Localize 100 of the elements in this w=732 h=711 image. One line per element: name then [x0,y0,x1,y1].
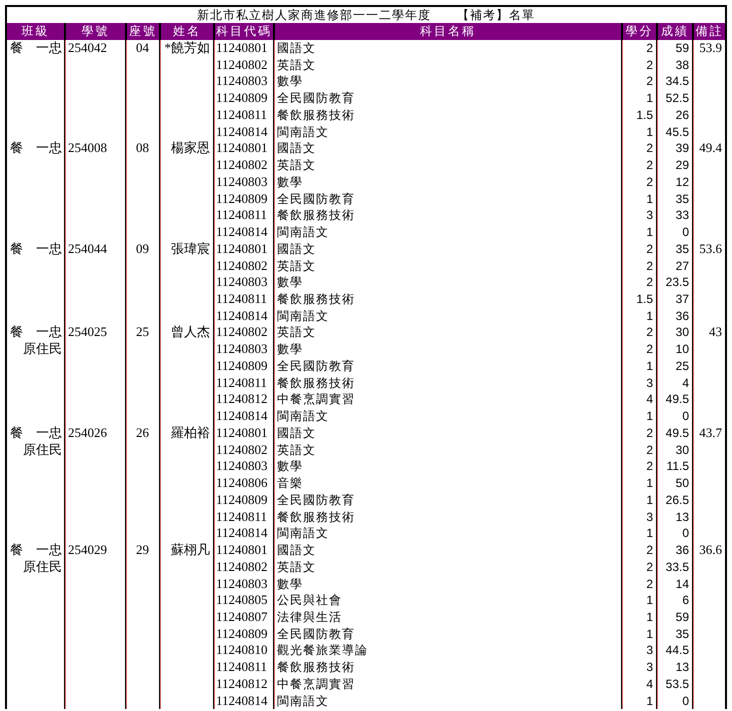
table-cell: 2 [646,424,653,442]
table-cell: 29 [136,542,149,559]
table-cell: 英語文 [277,157,316,174]
table-cell: 中餐烹調實習 [277,676,355,693]
table-cell: 1 [646,358,653,375]
table-cell: 餐 一忠 [10,240,62,258]
table-cell: 43.7 [699,424,722,442]
table-cell: 全民國防教育 [277,626,355,642]
table-cell: 全民國防教育 [277,190,355,208]
table-cell: 餐飲服務技術 [277,106,355,124]
table-cell: 35 [676,240,689,258]
table-cell: 餐 一忠 [10,324,62,342]
table-cell: 254029 [68,542,107,559]
table-cell: 0 [682,525,689,542]
table-cell: 曾人杰 [171,324,210,342]
table-cell: 0 [682,224,689,241]
table-cell: 楊家恩 [171,140,210,158]
table-cell: 數學 [277,458,303,476]
table-cell: 1 [646,475,653,492]
table-cell: 2 [646,73,653,90]
table-cell: 25 [676,358,689,375]
table-cell: 37 [676,291,689,308]
table-cell: 29 [676,157,689,174]
table-cell: 中餐烹調實習 [277,391,355,408]
table-cell: 11240805 [216,592,268,609]
table-cell: 254044 [68,240,107,258]
table-cell: 數學 [277,174,303,191]
table-cell: 11240809 [216,190,268,208]
table-cell: 30 [676,442,689,458]
table-cell: 全民國防教育 [277,492,355,509]
table-cell: 4 [682,374,689,392]
table-cell: 12 [676,174,689,191]
table-cell: 30 [676,324,689,342]
table-cell: 餐飲服務技術 [277,659,355,676]
table-cell: 14 [676,576,689,592]
table-cell: 11240811 [216,374,268,392]
table-cell: 11240814 [216,224,268,241]
table-cell: 4 [646,676,653,693]
table-cell: 26 [676,106,689,124]
table-cell: 11240803 [216,73,268,90]
table-cell: 閩南語文 [277,525,329,542]
table-cell: 蘇栩凡 [171,542,210,559]
table-cell: 11240814 [216,124,268,140]
table-cell: 53.6 [699,240,722,258]
table-cell: 39 [676,140,689,158]
column-header: 備註 [692,23,725,40]
table-cell: 餐飲服務技術 [277,291,355,308]
table-cell: 11240811 [216,291,268,308]
table-cell: 公民與社會 [277,592,342,609]
table-cell: 1 [646,592,653,609]
table-cell: 45.5 [666,124,689,140]
table-cell: 2 [646,274,653,292]
column-header: 學分 [621,23,656,40]
table-cell: 11240802 [216,56,268,74]
table-cell: 餐 一忠 [10,40,62,57]
table-cell: 2 [646,240,653,258]
table-cell-text: 原住民 [22,558,62,576]
table-cell: 59 [676,608,689,626]
table-cell: 59 [676,40,689,57]
table-cell: 11240802 [216,258,268,274]
column-header: 成績 [656,23,692,40]
table-cell: 國語文 [277,40,316,57]
table-cell: 11240803 [216,274,268,292]
table-cell: 2 [646,56,653,74]
table-cell: 50 [676,475,689,492]
column-header: 班級 [7,23,64,40]
table-cell: 閩南語文 [277,692,329,710]
table-cell: 11240809 [216,626,268,642]
table-cell: 音樂 [277,475,303,492]
table-cell: 3 [646,659,653,676]
table-cell: 36 [676,542,689,559]
table-cell: 11240812 [216,391,268,408]
table-cell: 1.5 [636,106,653,124]
table-cell: 11240801 [216,542,268,559]
table-cell: 國語文 [277,240,316,258]
table-cell: 國語文 [277,542,316,559]
table-cell: 英語文 [277,258,316,274]
column-header: 座號 [125,23,159,40]
table-cell: 數學 [277,341,303,358]
table-cell: 26.5 [666,492,689,509]
table-cell: 11240814 [216,308,268,324]
table-cell: 11240812 [216,676,268,693]
table-cell: 11240802 [216,324,268,342]
table-cell: 餐 一忠 [10,140,62,158]
column-header: 姓名 [159,23,213,40]
table-cell: 0 [682,692,689,710]
table-cell-text: 原住民 [22,442,62,458]
table-cell: 餐飲服務技術 [277,207,355,224]
table-cell: *饒芳如 [164,40,210,57]
table-cell: 3 [646,508,653,526]
table-cell: 1 [646,492,653,509]
table-cell: 35 [676,190,689,208]
table-cell: 1 [646,692,653,710]
table-cell: 英語文 [277,56,316,74]
table-cell: 10 [676,341,689,358]
table-cell: 全民國防教育 [277,90,355,107]
table-cell: 1 [646,608,653,626]
table-cell: 11240803 [216,576,268,592]
table-cell: 3 [646,642,653,660]
table-cell: 1 [646,626,653,642]
